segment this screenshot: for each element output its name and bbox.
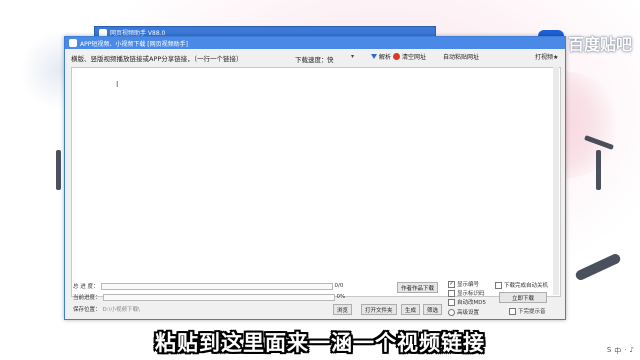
clear-icon bbox=[393, 53, 400, 60]
auto-paste-button[interactable]: 自动粘贴网址 bbox=[443, 52, 479, 61]
ime-lang-icon[interactable]: 中 bbox=[614, 346, 621, 356]
scrollbar[interactable] bbox=[553, 67, 559, 295]
clear-url-label: 清空网址 bbox=[402, 54, 427, 61]
auto-md5-checkbox[interactable]: 自动改MD5 bbox=[448, 298, 486, 306]
tray-dot-icon: · bbox=[624, 346, 627, 354]
sound-icon[interactable]: ♪ bbox=[630, 346, 634, 356]
current-progress-row: 当前进度： 0% bbox=[73, 293, 345, 301]
title-bar[interactable]: APP短视频、小视频下载 [网页视频助手] bbox=[65, 37, 565, 49]
filter-button[interactable]: 筛选 bbox=[423, 304, 443, 315]
save-location-row: 保存位置： D:\小视频下载\ bbox=[73, 305, 140, 313]
finish-sound-checkbox[interactable]: 下完提示音 bbox=[509, 307, 546, 315]
status-panel: 总 进 度： 0/0 当前进度： 0% 保存位置： D:\小视频下载\ 作者作品… bbox=[71, 280, 559, 320]
clear-url-button[interactable]: 清空网址 bbox=[393, 52, 426, 61]
auto-paste-label: 自动粘贴网址 bbox=[443, 54, 480, 61]
current-progress-value: 0% bbox=[336, 294, 346, 300]
download-now-button[interactable]: 立即下载 bbox=[499, 292, 547, 303]
ime-icon[interactable]: S bbox=[607, 346, 611, 356]
checkbox-icon bbox=[509, 307, 516, 315]
show-number-checkbox[interactable]: ✓ 显示编号 bbox=[448, 280, 479, 288]
toolbar: 横版、竖版视频播放链接或APP分享链接，（一行一个链接） 下载速度： 快 ▾ 解… bbox=[65, 50, 565, 66]
system-tray: S 中 · ♪ bbox=[607, 346, 634, 356]
advanced-settings-radio[interactable]: 高级设置 bbox=[448, 308, 479, 316]
auto-shutdown-label: 下载完成自动关机 bbox=[504, 283, 549, 289]
app-icon bbox=[69, 39, 77, 47]
total-progress-value: 0/0 bbox=[334, 283, 344, 289]
url-hint-label: 横版、竖版视频播放链接或APP分享链接，（一行一个链接） bbox=[71, 55, 243, 63]
text-cursor: I bbox=[116, 80, 119, 89]
watermark-text: 百度贴吧 bbox=[567, 35, 632, 54]
parse-button-label: 解析 bbox=[379, 54, 392, 61]
show-number-label: 显示编号 bbox=[457, 282, 480, 288]
radio-icon bbox=[448, 308, 455, 316]
total-progress-row: 总 进 度： 0/0 bbox=[73, 282, 343, 290]
video-subtitle: 粘贴到这里面来一涵一个视频链接 bbox=[155, 331, 485, 355]
author-works-button[interactable]: 作者作品下载 bbox=[397, 282, 439, 293]
speed-select[interactable]: 快 bbox=[327, 54, 334, 64]
calligraphy-stroke bbox=[596, 150, 601, 190]
window-title: APP短视频、小视频下载 [网页视频助手] bbox=[80, 40, 188, 48]
more-video-button[interactable]: 打视频★ bbox=[535, 52, 558, 61]
save-location-label: 保存位置： bbox=[73, 307, 101, 313]
browse-button[interactable]: 浏览 bbox=[333, 304, 353, 315]
show-watermark-checkbox[interactable]: 显示标识码 bbox=[448, 289, 485, 297]
chevron-down-icon[interactable]: ▾ bbox=[351, 53, 354, 60]
finish-sound-label: 下完提示音 bbox=[518, 309, 546, 315]
checkbox-checked-icon: ✓ bbox=[448, 280, 455, 288]
main-window[interactable]: APP短视频、小视频下载 [网页视频助手] 横版、竖版视频播放链接或APP分享链… bbox=[64, 36, 566, 320]
url-input-area[interactable]: I bbox=[71, 67, 561, 297]
speed-label: 下载速度： bbox=[295, 56, 328, 64]
save-path-field[interactable]: D:\小视频下载\ bbox=[103, 305, 140, 313]
current-progress-bar bbox=[102, 293, 335, 301]
calligraphy-stroke bbox=[56, 150, 61, 190]
download-arrow-icon bbox=[371, 54, 377, 59]
total-progress-bar bbox=[100, 282, 333, 290]
total-progress-label: 总 进 度： bbox=[73, 284, 99, 290]
open-folder-button[interactable]: 打开文件夹 bbox=[361, 304, 397, 315]
auto-md5-label: 自动改MD5 bbox=[457, 300, 486, 306]
parse-button[interactable]: 解析 bbox=[371, 52, 391, 61]
show-watermark-label: 显示标识码 bbox=[457, 291, 485, 297]
checkbox-icon bbox=[495, 281, 502, 289]
auto-shutdown-checkbox[interactable]: 下载完成自动关机 bbox=[495, 281, 548, 289]
advanced-settings-label: 高级设置 bbox=[457, 310, 480, 316]
current-progress-label: 当前进度： bbox=[73, 295, 101, 301]
generate-button[interactable]: 生成 bbox=[401, 304, 421, 315]
checkbox-icon bbox=[448, 289, 455, 297]
checkbox-icon bbox=[448, 298, 455, 306]
more-video-label: 打视频★ bbox=[535, 54, 559, 61]
